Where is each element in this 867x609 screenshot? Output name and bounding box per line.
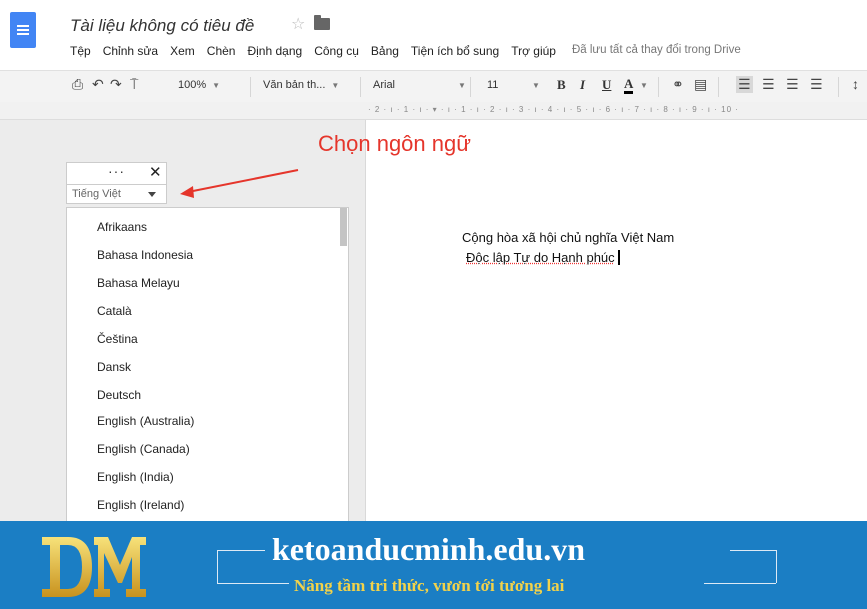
style-select[interactable]: Văn bản th... ▼ [263,79,339,91]
italic-button[interactable]: I [580,77,585,93]
site-name: ketoanducminh.edu.vn [272,531,585,567]
align-center-icon[interactable]: ☰ [762,76,775,93]
zoom-select[interactable]: 100% ▼ [178,79,220,91]
menu-table[interactable]: Bảng [371,44,399,60]
language-dropdown-list[interactable]: Afrikaans Bahasa Indonesia Bahasa Melayu… [66,207,349,521]
language-option[interactable]: Bahasa Melayu [97,276,180,290]
chevron-down-icon: ▼ [212,81,221,90]
menu-bar: Tệp Chỉnh sửa Xem Chèn Định dạng Công cụ… [70,44,741,60]
undo-icon[interactable]: ↶ [92,76,104,93]
menu-edit[interactable]: Chỉnh sửa [103,44,158,60]
document-line-2[interactable]: Độc lập Tự do Hạnh phúc [466,250,620,265]
docs-logo-icon[interactable] [10,12,36,48]
language-option[interactable]: English (Canada) [97,442,190,456]
caret-down-icon [148,192,156,197]
menu-tools[interactable]: Công cụ [314,44,359,60]
underline-button[interactable]: U [602,77,611,93]
language-panel-header: ··· ✕ [66,162,167,184]
site-tagline: Nâng tầm tri thức, vươn tới tương lai [294,576,565,595]
font-size-value: 11 [487,79,499,91]
font-size-select[interactable]: 11 [487,79,498,91]
star-icon[interactable]: ☆ [291,14,305,34]
align-left-icon[interactable]: ☰ [736,76,753,93]
ruler[interactable]: · 2 · ı · 1 · ı · ▾ · ı · 1 · ı · 2 · ı … [0,102,867,120]
text-color-button[interactable]: A [624,77,634,94]
print-icon[interactable]: ⎙ [72,76,83,93]
bold-button[interactable]: B [557,77,566,93]
align-right-icon[interactable]: ☰ [786,76,799,93]
font-value: Arial [373,79,396,91]
more-options-icon[interactable]: ··· [108,163,125,179]
close-icon[interactable]: ✕ [149,163,162,181]
chevron-down-icon[interactable]: ▼ [458,81,466,90]
language-select-value: Tiếng Việt [72,188,121,200]
language-select[interactable]: Tiếng Việt [66,184,167,204]
menu-help[interactable]: Trợ giúp [511,44,556,60]
chevron-down-icon[interactable]: ▼ [532,81,540,90]
language-option[interactable]: English (Australia) [97,414,194,428]
zoom-value: 100% [178,79,207,91]
chevron-down-icon: ▼ [331,81,340,90]
language-option[interactable]: Afrikaans [97,220,147,234]
menu-addons[interactable]: Tiện ích bổ sung [411,44,499,60]
language-option[interactable]: Català [97,304,132,318]
menu-insert[interactable]: Chèn [207,44,236,60]
annotation-label: Chọn ngôn ngữ [318,131,471,156]
docs-header: Tài liệu không có tiêu đề ☆ Tệp Chỉnh sử… [0,0,867,70]
language-option[interactable]: Bahasa Indonesia [97,248,193,262]
ducminh-logo-icon [42,537,146,597]
ruler-scale: · 2 · ı · 1 · ı · ▾ · ı · 1 · ı · 2 · ı … [368,105,739,114]
language-option[interactable]: Čeština [97,332,138,346]
list-scrollbar[interactable] [340,208,347,246]
document-title[interactable]: Tài liệu không có tiêu đề [70,16,254,36]
brand-banner: ketoanducminh.edu.vn Nâng tầm tri thức, … [0,521,867,609]
save-status: Đã lưu tất cả thay đổi trong Drive [571,44,741,56]
language-option[interactable]: Dansk [97,360,131,374]
comment-icon[interactable]: ▤ [694,76,707,93]
language-option[interactable]: English (India) [97,470,174,484]
language-option[interactable]: Deutsch [97,388,141,402]
chevron-down-icon[interactable]: ▼ [640,81,648,90]
line-spacing-icon[interactable]: ↕ [852,76,859,92]
folder-icon[interactable] [314,15,330,30]
menu-format[interactable]: Định dạng [247,44,302,60]
toolbar: ⎙ ↶ ↷ ⍑ 100% ▼ Văn bản th... ▼ Arial ▼ 11 … [0,70,867,102]
font-select[interactable]: Arial [373,79,395,91]
document-line-1[interactable]: Cộng hòa xã hội chủ nghĩa Việt Nam [462,230,674,245]
menu-file[interactable]: Tệp [70,44,91,60]
paint-format-icon[interactable]: ⍑ [130,76,138,93]
link-icon[interactable]: ⚭ [672,76,684,93]
text-cursor [617,250,620,265]
redo-icon[interactable]: ↷ [110,76,122,93]
document-page[interactable]: Cộng hòa xã hội chủ nghĩa Việt Nam Độc l… [365,120,867,521]
justify-icon[interactable]: ☰ [810,76,823,93]
style-value: Văn bản th... [263,79,326,91]
menu-view[interactable]: Xem [170,44,195,60]
document-line-2-text: Độc lập Tự do Hạnh phúc [466,250,615,265]
language-option[interactable]: English (Ireland) [97,498,184,512]
